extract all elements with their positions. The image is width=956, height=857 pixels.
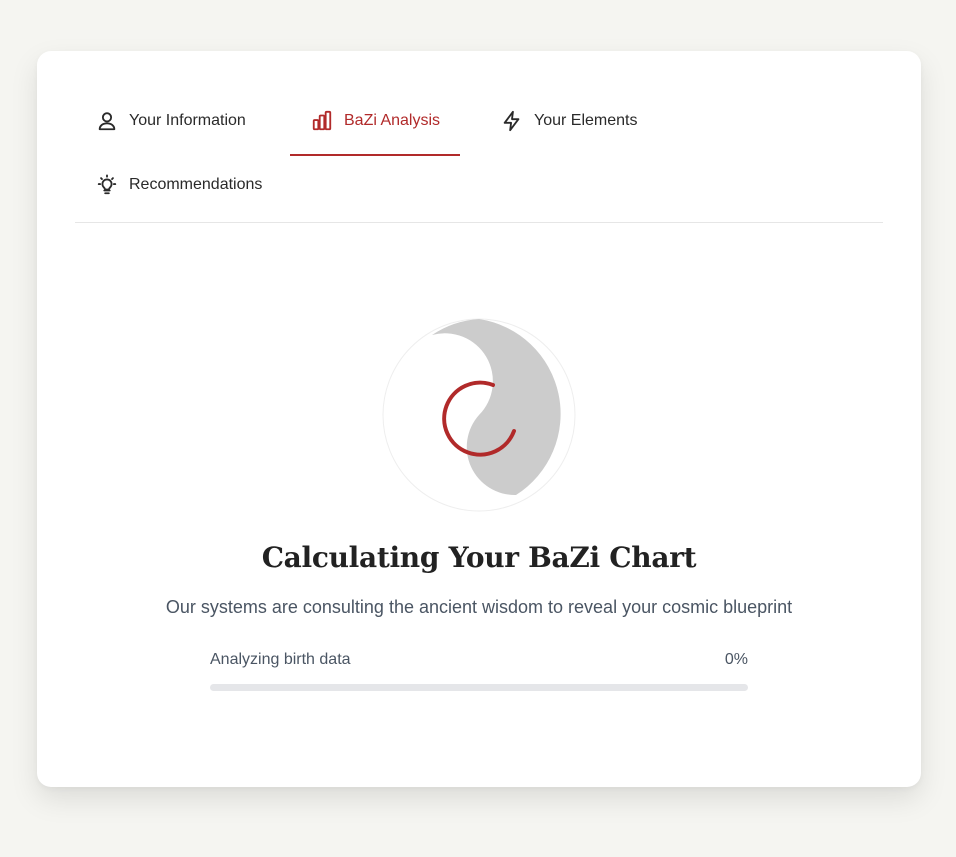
tab-label: Your Elements (534, 112, 638, 129)
progress-header: Analyzing birth data 0% (210, 651, 748, 673)
tab-bazi-analysis[interactable]: BaZi Analysis (289, 89, 461, 156)
tab-label: Recommendations (129, 176, 263, 193)
lightning-icon (500, 109, 524, 133)
progress-bar (210, 684, 748, 691)
bar-chart-icon (310, 109, 334, 133)
tab-your-information[interactable]: Your Information (95, 89, 246, 153)
lightbulb-icon (95, 173, 119, 197)
loading-title: Calculating Your BaZi Chart (261, 541, 697, 574)
progress-section: Analyzing birth data 0% (210, 651, 748, 691)
loading-subtitle: Our systems are consulting the ancient w… (165, 597, 793, 617)
yin-yang-loading-spinner (382, 318, 576, 512)
tab-label: BaZi Analysis (344, 112, 441, 129)
tab-your-elements[interactable]: Your Elements (500, 89, 637, 153)
tab-recommendations[interactable]: Recommendations (95, 153, 262, 217)
user-icon (95, 109, 119, 133)
tab-bar: Your Information BaZi Analysis Your Elem… (75, 51, 883, 223)
progress-percent: 0% (724, 651, 748, 668)
tab-label: Your Information (129, 112, 246, 129)
progress-label: Analyzing birth data (210, 651, 351, 668)
main-card: Your Information BaZi Analysis Your Elem… (37, 51, 921, 787)
